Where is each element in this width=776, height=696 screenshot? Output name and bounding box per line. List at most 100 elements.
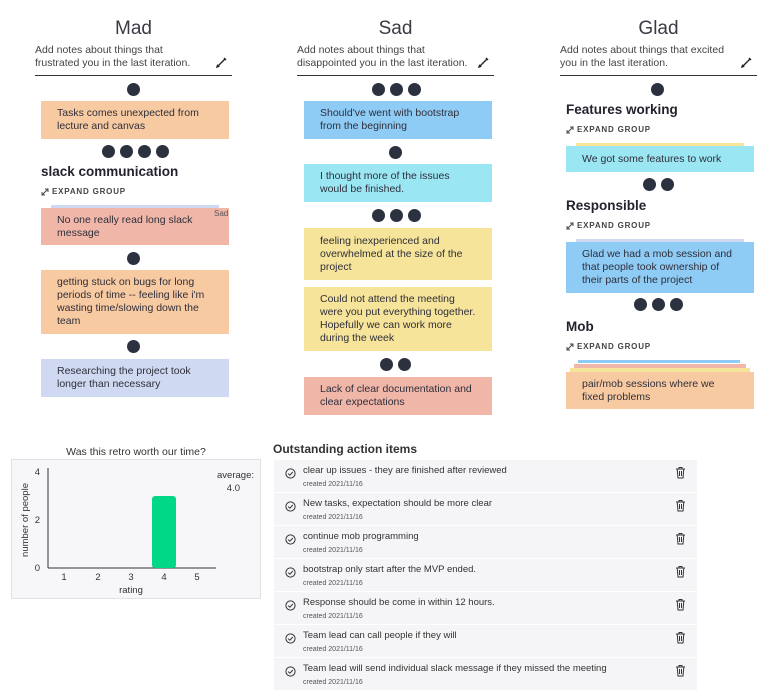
vote-dots[interactable] [372, 83, 421, 96]
vote-dot[interactable] [670, 298, 683, 311]
expand-icon [41, 188, 49, 195]
rating-chart: number of people rating average: 4.0 0 2 4… [11, 459, 261, 599]
vote-dots[interactable] [651, 83, 664, 96]
vote-dots[interactable] [127, 340, 140, 353]
check-circle-icon[interactable] [285, 600, 296, 611]
vote-dot[interactable] [408, 209, 421, 222]
check-circle-icon[interactable] [285, 501, 296, 512]
trash-icon[interactable] [675, 664, 686, 677]
edit-icon[interactable] [216, 56, 228, 68]
vote-dot[interactable] [127, 252, 140, 265]
trash-icon[interactable] [675, 532, 686, 545]
average-label: average: [217, 470, 254, 481]
retro-card[interactable]: pair/mob sessions where we fixed problem… [566, 372, 754, 409]
vote-dots[interactable] [389, 146, 402, 159]
trash-icon[interactable] [675, 466, 686, 479]
retro-card[interactable]: Lack of clear documentation and clear ex… [304, 377, 492, 415]
action-items-list: clear up issues - they are finished afte… [274, 460, 697, 691]
trash-icon[interactable] [675, 631, 686, 644]
y-tick-label: 2 [35, 515, 40, 526]
retro-card[interactable]: Glad we had a mob session and that peopl… [566, 242, 754, 293]
card-text: getting stuck on bugs for long periods o… [57, 276, 205, 327]
vote-dots[interactable] [102, 145, 169, 158]
expand-group-button[interactable]: EXPAND GROUP [566, 221, 651, 230]
retro-card[interactable]: I thought more of the issues would be fi… [304, 164, 492, 202]
vote-dot[interactable] [634, 298, 647, 311]
vote-dot[interactable] [372, 83, 385, 96]
x-tick-label: 5 [194, 572, 199, 583]
rating-chart-svg: number of people rating average: 4.0 0 2 4… [20, 467, 254, 596]
vote-dot[interactable] [652, 298, 665, 311]
action-item-date: created 2021/11/16 [303, 679, 363, 686]
retro-card[interactable]: No one really read long slack message [41, 208, 229, 245]
action-item-text: clear up issues - they are finished afte… [303, 465, 507, 476]
vote-dot[interactable] [661, 178, 674, 191]
group-title: Features working [566, 102, 678, 117]
vote-dot[interactable] [408, 83, 421, 96]
note-input[interactable]: Add notes about things that disappointed… [297, 44, 494, 76]
retro-card[interactable]: feeling inexperienced and overwhelmed at… [304, 228, 492, 280]
card-text: I thought more of the issues would be fi… [320, 170, 450, 195]
trash-icon[interactable] [675, 565, 686, 578]
edit-icon[interactable] [741, 56, 753, 68]
vote-dot[interactable] [138, 145, 151, 158]
vote-dot[interactable] [390, 209, 403, 222]
x-tick-label: 4 [161, 572, 166, 583]
vote-dot[interactable] [156, 145, 169, 158]
retro-card[interactable]: getting stuck on bugs for long periods o… [41, 270, 229, 334]
retro-card[interactable]: Tasks comes unexpected from lecture and … [41, 101, 229, 139]
action-item-date: created 2021/11/16 [303, 580, 363, 587]
vote-dots[interactable] [372, 209, 421, 222]
expand-group-button[interactable]: EXPAND GROUP [566, 125, 651, 134]
action-item: Response should be come in within 12 hou… [274, 592, 697, 625]
trash-icon[interactable] [675, 499, 686, 512]
vote-dot[interactable] [398, 358, 411, 371]
expand-icon [566, 222, 574, 229]
chart-title: Was this retro worth our time? [66, 446, 206, 458]
vote-dots[interactable] [643, 178, 674, 191]
check-circle-icon[interactable] [285, 468, 296, 479]
vote-dot[interactable] [127, 340, 140, 353]
card-text: Researching the project took longer than… [57, 365, 191, 390]
expand-group-button[interactable]: EXPAND GROUP [41, 187, 126, 196]
average-value: 4.0 [227, 483, 240, 494]
vote-dot[interactable] [390, 83, 403, 96]
retro-card[interactable]: We got some features to work [566, 146, 754, 172]
vote-dots[interactable] [127, 83, 140, 96]
vote-dots[interactable] [380, 358, 411, 371]
note-input-placeholder: Add notes about things that frustrated y… [35, 44, 191, 69]
card-stack-edge [578, 360, 740, 363]
vote-dots[interactable] [127, 252, 140, 265]
vote-dot[interactable] [389, 146, 402, 159]
action-item-date: created 2021/11/16 [303, 613, 363, 620]
vote-dots[interactable] [634, 298, 683, 311]
expand-group-button[interactable]: EXPAND GROUP [566, 342, 651, 351]
retro-card[interactable]: Should've went with bootstrap from the b… [304, 101, 492, 139]
card-text: pair/mob sessions where we fixed problem… [582, 377, 715, 403]
vote-dot[interactable] [120, 145, 133, 158]
vote-dot[interactable] [380, 358, 393, 371]
action-item-text: bootstrap only start after the MVP ended… [303, 564, 477, 575]
check-circle-icon[interactable] [285, 567, 296, 578]
edit-icon[interactable] [478, 56, 490, 68]
column-title: Mad [115, 18, 152, 39]
check-circle-icon[interactable] [285, 666, 296, 677]
expand-group-label: EXPAND GROUP [577, 342, 651, 351]
action-item: clear up issues - they are finished afte… [274, 460, 697, 493]
x-tick-label: 1 [61, 572, 66, 583]
vote-dot[interactable] [643, 178, 656, 191]
vote-dot[interactable] [127, 83, 140, 96]
retro-card[interactable]: Could not attend the meeting were you pu… [304, 287, 492, 351]
vote-dot[interactable] [651, 83, 664, 96]
retro-card[interactable]: Researching the project took longer than… [41, 359, 229, 397]
check-circle-icon[interactable] [285, 534, 296, 545]
vote-dot[interactable] [372, 209, 385, 222]
note-input[interactable]: Add notes about things that excited you … [560, 44, 757, 76]
action-item-text: Response should be come in within 12 hou… [303, 597, 495, 608]
vote-dot[interactable] [102, 145, 115, 158]
expand-icon [566, 126, 574, 133]
check-circle-icon[interactable] [285, 633, 296, 644]
note-input[interactable]: Add notes about things that frustrated y… [35, 44, 232, 76]
trash-icon[interactable] [675, 598, 686, 611]
x-tick-label: 2 [95, 572, 100, 583]
